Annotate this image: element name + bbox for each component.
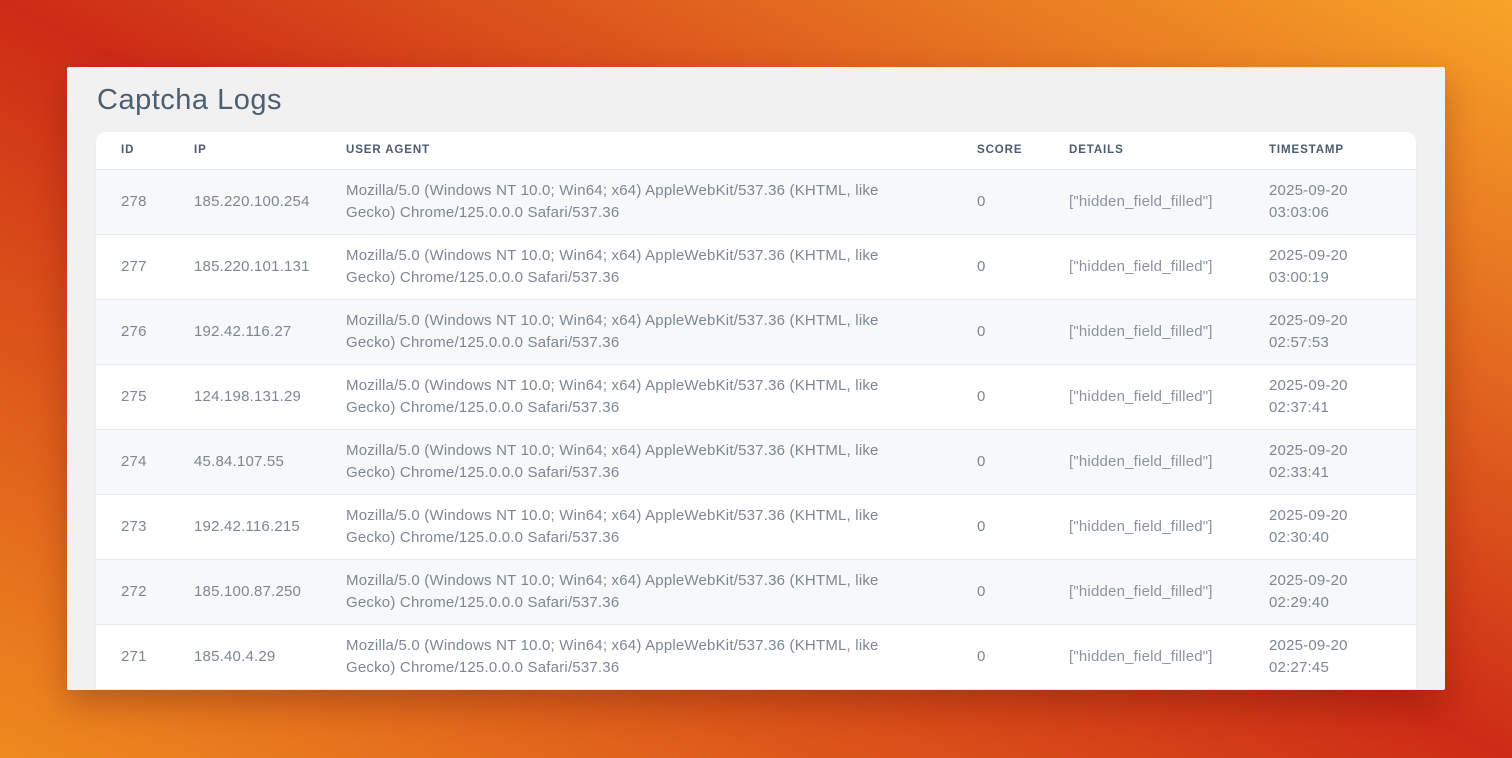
cell-timestamp: 2025-09-20 02:57:53 — [1244, 299, 1416, 364]
cell-id: 277 — [96, 234, 169, 299]
cell-ip: 185.40.4.29 — [169, 624, 321, 689]
cell-id: 273 — [96, 494, 169, 559]
table-row: 278 185.220.100.254 Mozilla/5.0 (Windows… — [96, 169, 1416, 234]
cell-id: 274 — [96, 429, 169, 494]
cell-ip: 124.198.131.29 — [169, 364, 321, 429]
cell-ip: 185.220.100.254 — [169, 169, 321, 234]
column-header-user-agent: USER AGENT — [321, 132, 952, 169]
cell-timestamp: 2025-09-20 02:27:45 — [1244, 624, 1416, 689]
column-header-id: ID — [96, 132, 169, 169]
cell-timestamp: 2025-09-20 03:00:19 — [1244, 234, 1416, 299]
table-row: 274 45.84.107.55 Mozilla/5.0 (Windows NT… — [96, 429, 1416, 494]
cell-user-agent: Mozilla/5.0 (Windows NT 10.0; Win64; x64… — [321, 234, 952, 299]
cell-details: ["hidden_field_filled"] — [1044, 559, 1244, 624]
cell-details: ["hidden_field_filled"] — [1044, 494, 1244, 559]
cell-details: ["hidden_field_filled"] — [1044, 169, 1244, 234]
table-row: 277 185.220.101.131 Mozilla/5.0 (Windows… — [96, 234, 1416, 299]
cell-timestamp: 2025-09-20 03:03:06 — [1244, 169, 1416, 234]
cell-timestamp: 2025-09-20 02:29:40 — [1244, 559, 1416, 624]
cell-score: 0 — [952, 169, 1044, 234]
cell-score: 0 — [952, 559, 1044, 624]
cell-ip: 45.84.107.55 — [169, 429, 321, 494]
cell-timestamp: 2025-09-20 02:33:41 — [1244, 429, 1416, 494]
column-header-details: DETAILS — [1044, 132, 1244, 169]
column-header-score: SCORE — [952, 132, 1044, 169]
cell-details: ["hidden_field_filled"] — [1044, 234, 1244, 299]
cell-id: 271 — [96, 624, 169, 689]
cell-timestamp: 2025-09-20 02:30:40 — [1244, 494, 1416, 559]
table-body: 278 185.220.100.254 Mozilla/5.0 (Windows… — [96, 169, 1416, 689]
cell-score: 0 — [952, 494, 1044, 559]
captcha-logs-table: ID IP USER AGENT SCORE DETAILS TIMESTAMP… — [96, 132, 1416, 689]
cell-timestamp: 2025-09-20 02:37:41 — [1244, 364, 1416, 429]
cell-details: ["hidden_field_filled"] — [1044, 624, 1244, 689]
column-header-timestamp: TIMESTAMP — [1244, 132, 1416, 169]
cell-score: 0 — [952, 624, 1044, 689]
page-background: { "page": { "title": "Captcha Logs" }, "… — [0, 0, 1512, 758]
cell-id: 275 — [96, 364, 169, 429]
table-row: 276 192.42.116.27 Mozilla/5.0 (Windows N… — [96, 299, 1416, 364]
table-row: 272 185.100.87.250 Mozilla/5.0 (Windows … — [96, 559, 1416, 624]
cell-ip: 185.100.87.250 — [169, 559, 321, 624]
cell-score: 0 — [952, 299, 1044, 364]
cell-id: 272 — [96, 559, 169, 624]
cell-ip: 185.220.101.131 — [169, 234, 321, 299]
cell-user-agent: Mozilla/5.0 (Windows NT 10.0; Win64; x64… — [321, 494, 952, 559]
cell-user-agent: Mozilla/5.0 (Windows NT 10.0; Win64; x64… — [321, 624, 952, 689]
cell-user-agent: Mozilla/5.0 (Windows NT 10.0; Win64; x64… — [321, 429, 952, 494]
table-row: 271 185.40.4.29 Mozilla/5.0 (Windows NT … — [96, 624, 1416, 689]
cell-user-agent: Mozilla/5.0 (Windows NT 10.0; Win64; x64… — [321, 559, 952, 624]
table-row: 273 192.42.116.215 Mozilla/5.0 (Windows … — [96, 494, 1416, 559]
cell-id: 278 — [96, 169, 169, 234]
cell-ip: 192.42.116.27 — [169, 299, 321, 364]
table-header-row: ID IP USER AGENT SCORE DETAILS TIMESTAMP — [96, 132, 1416, 169]
page-title: Captcha Logs — [97, 84, 1416, 116]
cell-details: ["hidden_field_filled"] — [1044, 429, 1244, 494]
cell-score: 0 — [952, 234, 1044, 299]
cell-score: 0 — [952, 364, 1044, 429]
cell-user-agent: Mozilla/5.0 (Windows NT 10.0; Win64; x64… — [321, 169, 952, 234]
table-row: 275 124.198.131.29 Mozilla/5.0 (Windows … — [96, 364, 1416, 429]
captcha-logs-card: Captcha Logs ID IP USER AGENT SCORE DETA… — [67, 67, 1445, 690]
cell-score: 0 — [952, 429, 1044, 494]
captcha-logs-table-container: ID IP USER AGENT SCORE DETAILS TIMESTAMP… — [96, 132, 1416, 689]
cell-details: ["hidden_field_filled"] — [1044, 299, 1244, 364]
cell-ip: 192.42.116.215 — [169, 494, 321, 559]
cell-details: ["hidden_field_filled"] — [1044, 364, 1244, 429]
cell-user-agent: Mozilla/5.0 (Windows NT 10.0; Win64; x64… — [321, 364, 952, 429]
cell-id: 276 — [96, 299, 169, 364]
cell-user-agent: Mozilla/5.0 (Windows NT 10.0; Win64; x64… — [321, 299, 952, 364]
column-header-ip: IP — [169, 132, 321, 169]
